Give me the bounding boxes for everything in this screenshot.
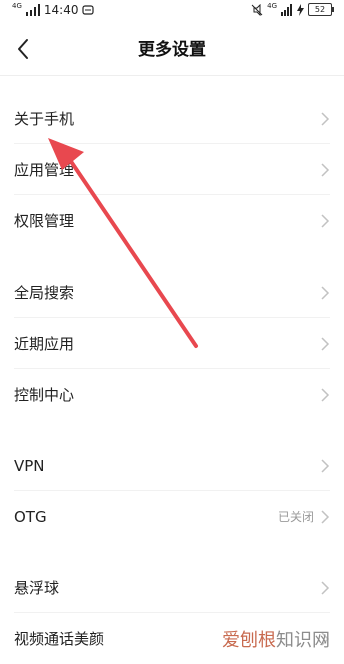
row-label: 权限管理 [14,212,75,230]
otg-status-value: 已关闭 [277,510,314,524]
menu-row-permission-management[interactable]: 权限管理 [0,196,344,246]
chevron-right-icon [321,163,330,177]
chevron-right-icon [321,510,330,524]
right-network-label: 4G [267,1,277,10]
row-label: 视频通话美颜 [14,630,105,648]
status-left: 4G 14:40 [12,2,95,17]
watermark: 爱刨根知识网 [222,626,330,652]
row-label: 应用管理 [14,161,75,179]
mute-icon [251,3,263,16]
watermark-part2: 知识网 [276,630,330,651]
header-divider [0,75,344,76]
row-label: 控制中心 [14,386,75,404]
header: 更多设置 [0,24,344,76]
status-bar: 4G 14:40 4G 52 [0,0,344,24]
row-label: 全局搜索 [14,284,75,302]
watermark-part1: 爱刨根 [222,630,276,651]
signal-icon [25,4,40,16]
chevron-right-icon [321,112,330,126]
row-label: VPN [14,457,45,475]
menu-row-about-phone[interactable]: 关于手机 [0,94,344,144]
menu-row-otg[interactable]: OTG 已关闭 [0,492,344,542]
row-divider [14,317,330,318]
chevron-right-icon [321,388,330,402]
chevron-right-icon [321,286,330,300]
menu-row-control-center[interactable]: 控制中心 [0,370,344,420]
row-divider [14,490,330,491]
chevron-right-icon [321,337,330,351]
menu-row-recent-apps[interactable]: 近期应用 [0,319,344,369]
row-divider [14,143,330,144]
signal-icon-right [281,3,292,16]
status-time: 14:40 [43,3,79,17]
row-divider [14,194,330,195]
menu-row-vpn[interactable]: VPN [0,441,344,491]
menu-row-app-management[interactable]: 应用管理 [0,145,344,195]
status-right: 4G 52 [251,1,334,16]
menu-row-global-search[interactable]: 全局搜索 [0,268,344,318]
row-divider [14,368,330,369]
battery-icon: 52 [308,3,334,16]
menu-row-floating-ball[interactable]: 悬浮球 [0,563,344,613]
chevron-right-icon [321,581,330,595]
charging-icon [297,3,304,16]
row-divider [14,612,330,613]
chevron-right-icon [321,459,330,473]
page-title: 更多设置 [138,40,206,60]
row-label: 关于手机 [14,110,75,128]
chevron-right-icon [321,214,330,228]
network-label: 4G [12,2,22,10]
message-icon [82,5,95,15]
row-label: 悬浮球 [14,579,60,597]
row-label: 近期应用 [14,335,75,353]
row-label: OTG [14,508,47,526]
